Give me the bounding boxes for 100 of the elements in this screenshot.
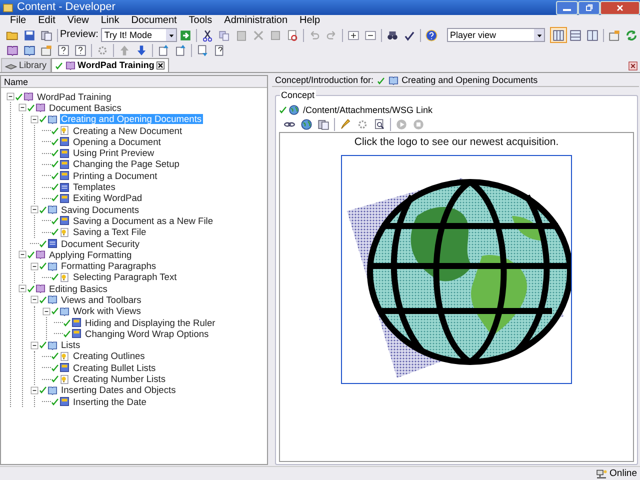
collapse-icon[interactable]: [30, 340, 39, 350]
restore-button[interactable]: [578, 0, 600, 14]
undo-icon: [308, 28, 322, 42]
screen-page-icon: [59, 148, 70, 159]
caption: Click the logo to see our newest acquisition.: [354, 136, 559, 149]
layout-button[interactable]: [567, 27, 584, 43]
collapse-icon[interactable]: [18, 103, 27, 112]
close-pane-button[interactable]: [628, 61, 638, 71]
tree-item[interactable]: Inserting Dates and Objects: [60, 385, 177, 396]
lightbulb-page-icon: [59, 272, 70, 283]
tree-item[interactable]: Saving a Text File: [72, 227, 148, 238]
tree-item[interactable]: Changing Word Wrap Options: [84, 328, 210, 339]
screen-page-icon: [59, 170, 70, 182]
menu-item[interactable]: Link: [100, 16, 120, 26]
menu-item[interactable]: View: [67, 16, 89, 26]
tree-item[interactable]: Formatting Paragraphs: [60, 261, 158, 272]
open-book-icon: [47, 340, 58, 351]
save-icon: [23, 28, 36, 42]
book-icon: [35, 249, 46, 260]
tree-item[interactable]: Views and Toolbars: [60, 294, 142, 305]
menu-item[interactable]: Administration: [224, 16, 288, 26]
tree-item[interactable]: Creating a New Document: [72, 126, 184, 136]
menu-item[interactable]: Help: [300, 16, 320, 26]
screen-page-icon: [59, 136, 70, 148]
tree-item[interactable]: WordPad Training: [36, 92, 112, 102]
tree-item[interactable]: Templates: [72, 182, 116, 192]
close-icon: [628, 61, 638, 71]
screen-page-icon: [59, 215, 70, 226]
menu-item[interactable]: Tools: [188, 16, 212, 26]
pages-icon: [317, 118, 330, 130]
book-icon: [23, 91, 34, 102]
tree-item[interactable]: Document Basics: [48, 102, 122, 113]
tree-item[interactable]: Inserting the Date: [72, 396, 148, 407]
pageup-icon: [174, 44, 187, 57]
tree-item[interactable]: Editing Basics: [48, 284, 108, 294]
lightbulb-page-icon: [59, 350, 70, 362]
checkmark-icon: [54, 62, 63, 70]
collapse-icon[interactable]: [18, 284, 27, 294]
globe-page-icon: [288, 104, 300, 116]
helpbox-icon: [74, 44, 87, 57]
book-icon: [6, 44, 19, 57]
tab[interactable]: Library: [1, 58, 51, 72]
pagehelp-icon: [213, 44, 226, 57]
tree-item[interactable]: Hiding and Displaying the Ruler: [84, 318, 216, 328]
collapse-icon[interactable]: [30, 295, 39, 304]
tree-item[interactable]: Printing a Document: [72, 170, 158, 181]
menu-item[interactable]: Document: [131, 16, 177, 26]
globe-icon: [300, 118, 313, 130]
tree-item[interactable]: Lists: [60, 340, 82, 350]
tree-item[interactable]: Opening a Document: [72, 136, 162, 147]
menu-item[interactable]: Edit: [38, 16, 56, 26]
gear-icon: [356, 118, 369, 130]
paste-icon: [235, 28, 248, 42]
open-book-icon: [59, 306, 70, 317]
tree-item[interactable]: Exiting WordPad: [72, 193, 144, 204]
view-mode-dropdown[interactable]: Player view: [447, 28, 546, 42]
tree-item[interactable]: Applying Formatting: [48, 250, 133, 260]
collapse-icon[interactable]: [30, 262, 39, 271]
help-page-button[interactable]: [55, 42, 72, 58]
collapse-icon[interactable]: [18, 250, 27, 260]
collapse-icon[interactable]: [6, 92, 15, 102]
collapse-icon[interactable]: [30, 114, 39, 124]
screen-page-icon: [71, 328, 82, 340]
open-book-icon: [47, 294, 58, 306]
sheet-icon: [269, 28, 282, 42]
collapse-icon[interactable]: [42, 306, 51, 316]
plus-icon: [347, 28, 360, 42]
collapse-icon[interactable]: [30, 386, 39, 395]
tree-item[interactable]: Creating Outlines: [72, 351, 146, 362]
heading-label: Concept/Introduction for:: [275, 76, 374, 85]
tree-item[interactable]: Document Security: [60, 238, 141, 248]
link-path[interactable]: /Content/Attachments/WSG Link: [303, 106, 433, 114]
lightbulb-page-icon: [59, 125, 70, 136]
collapse-icon[interactable]: [30, 205, 39, 214]
tree-item[interactable]: Using Print Preview: [72, 148, 156, 158]
close-button[interactable]: [600, 0, 640, 14]
book-icon: [35, 102, 46, 114]
column-header[interactable]: Name: [1, 76, 267, 88]
minimize-button[interactable]: [556, 0, 578, 14]
tree-item[interactable]: Creating Number Lists: [72, 374, 166, 384]
layout-button[interactable]: [584, 27, 601, 43]
layout2-icon: [569, 28, 582, 42]
tree-item[interactable]: Saving Documents: [60, 204, 140, 215]
preview-mode-dropdown[interactable]: Try It! Mode: [101, 28, 178, 42]
tree-item[interactable]: Work with Views: [72, 306, 142, 316]
tab[interactable]: WordPad Training: [50, 58, 170, 72]
menu-item[interactable]: File: [10, 16, 26, 26]
xwin-icon: [615, 2, 625, 12]
go-icon: [179, 28, 192, 42]
lightbulb-page-icon: [59, 226, 70, 238]
network-icon: [594, 468, 608, 480]
help-menu-button[interactable]: [72, 42, 89, 58]
tree-item[interactable]: Changing the Page Setup: [72, 159, 180, 170]
layout-button[interactable]: [550, 27, 567, 43]
tree-item[interactable]: Selecting Paragraph Text: [72, 272, 178, 282]
tree-item[interactable]: Creating Bullet Lists: [72, 362, 157, 373]
pencil-icon: [339, 118, 352, 130]
book-icon: [64, 60, 76, 71]
search-icon: [373, 118, 386, 130]
tree-item[interactable]: Saving a Document as a New File: [72, 216, 214, 226]
